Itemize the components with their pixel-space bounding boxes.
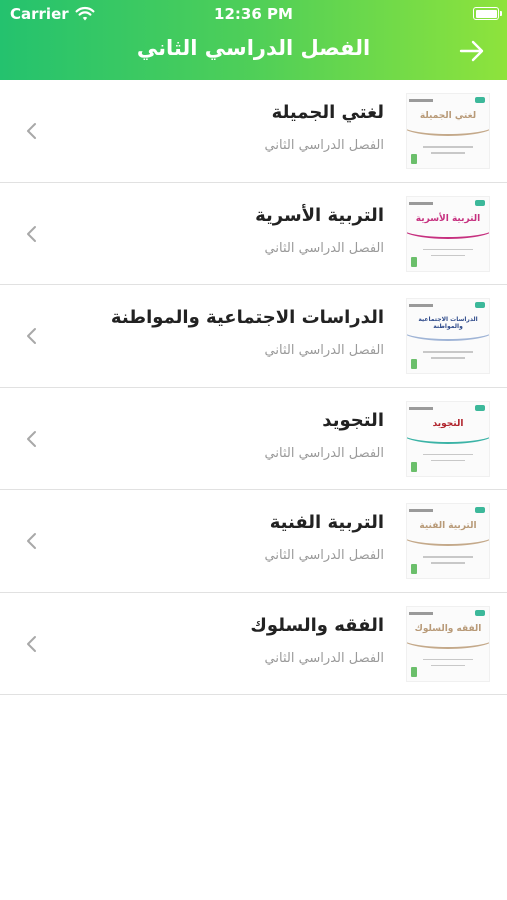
list-item[interactable]: لغتي الجميلة الفصل الدراسي الثاني لغتي ا… xyxy=(0,80,507,183)
cover-line xyxy=(431,562,465,564)
cover-header-band xyxy=(409,304,433,307)
cover-logo xyxy=(475,609,485,616)
cover-logo xyxy=(475,404,485,411)
cover-logo xyxy=(475,97,485,103)
book-cover-thumbnail: التجويد xyxy=(406,400,490,477)
book-title: التجويد xyxy=(322,409,384,431)
cover-footer-mark xyxy=(411,564,417,574)
book-cover-thumbnail: الدراسات الاجتماعية والمواطنة xyxy=(406,298,490,374)
cover-line xyxy=(423,146,473,148)
list-item[interactable]: الفقه والسلوك الفصل الدراسي الثاني الفقه… xyxy=(0,592,507,695)
cover-logo xyxy=(475,302,485,308)
book-subtitle: الفصل الدراسي الثاني xyxy=(264,343,384,358)
book-subtitle: الفصل الدراسي الثاني xyxy=(264,650,384,666)
chevron-left-icon xyxy=(27,430,36,447)
cover-line xyxy=(431,459,465,461)
cover-line xyxy=(431,254,465,256)
cover-title: لغتي الجميلة xyxy=(419,111,477,121)
chevron-left-icon xyxy=(27,328,36,344)
cover-footer-mark xyxy=(411,154,417,164)
cover-footer-mark xyxy=(411,359,417,369)
cover-line xyxy=(423,248,473,250)
cover-header-band xyxy=(409,99,433,102)
header: Carrier 12:36 PM الفصل الدراسي الثاني xyxy=(0,0,507,80)
book-subtitle: الفصل الدراسي الثاني xyxy=(264,138,384,153)
cover-line xyxy=(423,351,473,353)
cover-title: التجويد xyxy=(432,418,464,429)
cover-line xyxy=(423,658,473,660)
book-title: التربية الفنية xyxy=(269,512,384,533)
book-cover-thumbnail: الفقه والسلوك xyxy=(406,605,490,682)
cover-header-band xyxy=(409,509,433,512)
book-title: الفقه والسلوك xyxy=(250,614,384,636)
cover-header-band xyxy=(409,611,433,615)
cover-header-band xyxy=(409,201,433,205)
book-title: الدراسات الاجتماعية والمواطنة xyxy=(110,307,384,328)
chevron-left-icon xyxy=(27,123,36,139)
book-cover-thumbnail: التربية الفنية xyxy=(406,503,490,579)
cover-title: الدراسات الاجتماعية والمواطنة xyxy=(418,316,478,330)
chevron-left-icon xyxy=(27,635,36,652)
book-subtitle: الفصل الدراسي الثاني xyxy=(264,548,384,563)
cover-title: الفقه والسلوك xyxy=(414,623,482,634)
book-cover-thumbnail: التربية الأسرية xyxy=(406,195,490,272)
cover-line xyxy=(431,664,465,666)
forward-button[interactable] xyxy=(457,36,487,66)
list-item[interactable]: الدراسات الاجتماعية والمواطنة الفصل الدر… xyxy=(0,285,507,388)
status-bar: Carrier 12:36 PM xyxy=(0,0,507,28)
list-item[interactable]: التربية الأسرية الفصل الدراسي الثاني الت… xyxy=(0,182,507,285)
cover-header-band xyxy=(409,406,433,410)
book-cover-thumbnail: لغتي الجميلة xyxy=(406,93,490,169)
cover-title: التربية الفنية xyxy=(419,521,477,531)
cover-footer-mark xyxy=(411,461,417,472)
cover-footer-mark xyxy=(411,256,417,267)
cover-logo xyxy=(475,199,485,206)
cover-line xyxy=(431,357,465,359)
list-item[interactable]: التربية الفنية الفصل الدراسي الثاني التر… xyxy=(0,490,507,593)
book-list: لغتي الجميلة الفصل الدراسي الثاني لغتي ا… xyxy=(0,80,507,695)
cover-line xyxy=(431,152,465,154)
book-title: لغتي الجميلة xyxy=(271,102,384,123)
page-title: الفصل الدراسي الثاني xyxy=(136,36,371,60)
cover-logo xyxy=(475,507,485,513)
list-item[interactable]: التجويد الفصل الدراسي الثاني التجويد xyxy=(0,387,507,490)
cover-title: التربية الأسرية xyxy=(415,213,481,224)
status-time: 12:36 PM xyxy=(214,5,293,23)
book-title: التربية الأسرية xyxy=(255,204,384,226)
chevron-left-icon xyxy=(27,225,36,242)
battery-icon xyxy=(473,7,502,20)
arrow-right-icon xyxy=(459,40,484,62)
book-subtitle: الفصل الدراسي الثاني xyxy=(264,445,384,461)
cover-footer-mark xyxy=(411,666,417,677)
cover-line xyxy=(423,556,473,558)
chevron-left-icon xyxy=(27,533,36,549)
cover-line xyxy=(423,453,473,455)
book-subtitle: الفصل الدراسي الثاني xyxy=(264,240,384,256)
